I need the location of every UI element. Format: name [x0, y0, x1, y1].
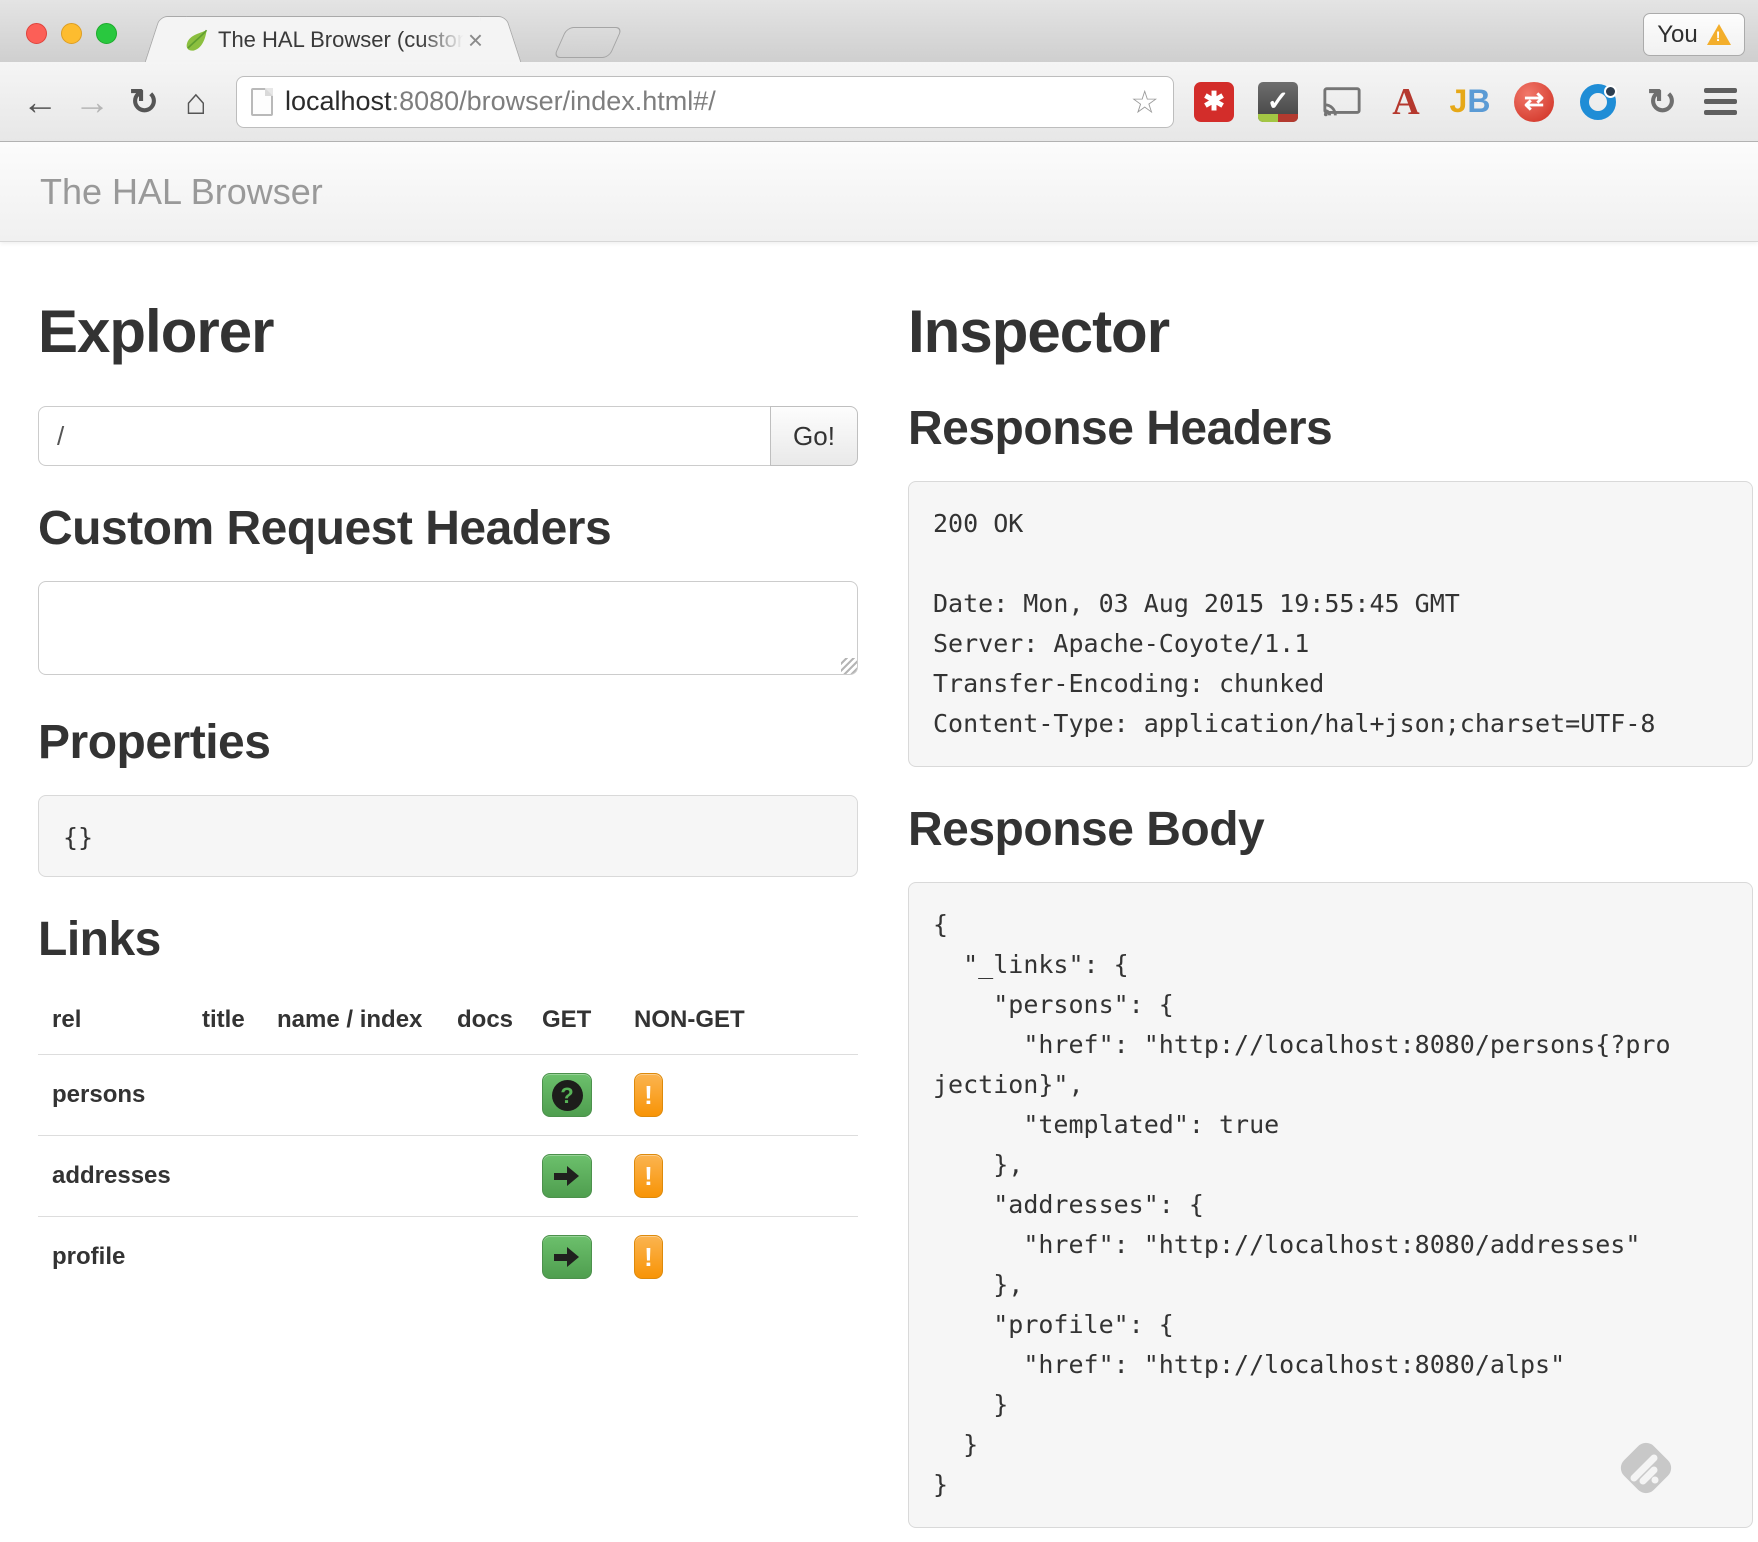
rel-cell: persons [38, 1055, 188, 1136]
red-sync-extension-icon[interactable]: ⇄ [1514, 82, 1554, 122]
zoom-window-button[interactable] [96, 23, 117, 44]
nonget-cell: ! [620, 1136, 858, 1217]
tab-title: The HAL Browser (customiz [218, 27, 466, 53]
minimize-window-button[interactable] [61, 23, 82, 44]
name-index-cell [263, 1136, 443, 1217]
get-cell [528, 1217, 620, 1298]
table-row-profile: profile ! [38, 1217, 858, 1298]
custom-request-headers-textarea[interactable] [38, 581, 858, 675]
jb-b: B [1467, 83, 1490, 120]
profile-you-button[interactable]: You [1643, 13, 1745, 56]
non-get-button[interactable]: ! [634, 1073, 663, 1117]
app-navbar: The HAL Browser [0, 142, 1758, 242]
response-headers-box: 200 OK Date: Mon, 03 Aug 2015 19:55:45 G… [908, 481, 1753, 767]
profile-label: You [1657, 21, 1698, 49]
tab-close-icon[interactable]: × [468, 27, 483, 53]
response-body-heading: Response Body [908, 802, 1753, 857]
name-index-cell [263, 1055, 443, 1136]
app-title: The HAL Browser [40, 171, 323, 213]
forward-icon[interactable]: → [66, 81, 118, 123]
docs-cell [443, 1217, 528, 1298]
browser-tab[interactable]: The HAL Browser (customiz × [168, 16, 498, 62]
explorer-panel: Explorer Go! Custom Request Headers Prop… [38, 242, 858, 1528]
get-button[interactable] [542, 1154, 592, 1198]
inspector-panel: Inspector Response Headers 200 OK Date: … [908, 242, 1753, 1528]
url-path: :8080/browser/index.html#/ [392, 86, 716, 116]
col-header-docs: docs [443, 992, 528, 1055]
exclamation-icon: ! [644, 1080, 653, 1111]
col-header-title: title [188, 992, 263, 1055]
name-index-cell [263, 1217, 443, 1298]
docs-cell [443, 1136, 528, 1217]
check-bar [1258, 114, 1298, 122]
exclamation-icon: ! [644, 1161, 653, 1192]
question-sign-icon: ? [552, 1080, 583, 1111]
url-text[interactable]: localhost:8080/browser/index.html#/ [285, 86, 1118, 117]
chrome-menu-icon[interactable] [1704, 88, 1737, 115]
col-header-name-index: name / index [263, 992, 443, 1055]
title-cell [188, 1055, 263, 1136]
home-icon[interactable]: ⌂ [170, 81, 222, 123]
get-cell [528, 1136, 620, 1217]
explorer-heading: Explorer [38, 297, 858, 366]
response-headers-heading: Response Headers [908, 401, 1753, 456]
history-sync-extension-icon[interactable]: ↻ [1642, 82, 1682, 122]
docs-cell [443, 1055, 528, 1136]
get-cell: ? [528, 1055, 620, 1136]
links-table: rel title name / index docs GET NON-GET … [38, 992, 858, 1297]
explorer-address-group: Go! [38, 406, 858, 466]
jb-j: J [1450, 83, 1468, 120]
nonget-cell: ! [620, 1055, 858, 1136]
explorer-address-input[interactable] [38, 406, 770, 466]
col-header-rel: rel [38, 992, 188, 1055]
response-body-box: { "_links": { "persons": { "href": "http… [908, 882, 1753, 1528]
title-cell [188, 1217, 263, 1298]
back-icon[interactable]: ← [14, 81, 66, 123]
rel-cell: profile [38, 1217, 188, 1298]
bookmark-star-icon[interactable]: ☆ [1130, 83, 1159, 121]
properties-heading: Properties [38, 715, 858, 770]
letter-a-extension-icon[interactable]: A [1386, 82, 1426, 122]
rel-cell: addresses [38, 1136, 188, 1217]
warning-icon [1707, 24, 1731, 45]
check-glyph: ✓ [1267, 86, 1290, 117]
non-get-button[interactable]: ! [634, 1154, 663, 1198]
spring-favicon-icon [183, 27, 209, 53]
go-button[interactable]: Go! [770, 406, 858, 466]
feedly-mini-icon[interactable] [1612, 1434, 1680, 1502]
lastpass-extension-icon[interactable]: ✱ [1194, 82, 1234, 122]
title-cell [188, 1136, 263, 1217]
properties-box: {} [38, 795, 858, 877]
jb-extension-icon[interactable]: JB [1450, 82, 1490, 122]
page-icon [251, 88, 273, 116]
address-bar[interactable]: localhost:8080/browser/index.html#/ ☆ [236, 76, 1174, 128]
get-button[interactable]: ? [542, 1073, 592, 1117]
arrow-right-icon [553, 1243, 581, 1271]
tab-strip: The HAL Browser (customiz × You [0, 0, 1758, 62]
window-controls [26, 23, 117, 44]
exclamation-icon: ! [644, 1242, 653, 1273]
links-heading: Links [38, 912, 858, 967]
get-button[interactable] [542, 1235, 592, 1279]
custom-request-headers-heading: Custom Request Headers [38, 501, 858, 556]
chromecast-extension-icon[interactable] [1322, 82, 1362, 122]
col-header-nonget: NON-GET [620, 992, 858, 1055]
close-window-button[interactable] [26, 23, 47, 44]
main-content: Explorer Go! Custom Request Headers Prop… [0, 242, 1758, 1528]
table-row-addresses: addresses ! [38, 1136, 858, 1217]
url-host: localhost [285, 86, 392, 116]
table-row-persons: persons ? ! [38, 1055, 858, 1136]
blue-circle-extension-icon[interactable] [1578, 82, 1618, 122]
new-tab-button[interactable] [553, 27, 623, 58]
inspector-heading: Inspector [908, 297, 1753, 366]
extension-icons: ✱ ✓ A JB ⇄ ↻ [1194, 82, 1682, 122]
links-header-row: rel title name / index docs GET NON-GET [38, 992, 858, 1055]
reload-icon[interactable]: ↻ [118, 81, 170, 123]
non-get-button[interactable]: ! [634, 1235, 663, 1279]
col-header-get: GET [528, 992, 620, 1055]
nonget-cell: ! [620, 1217, 858, 1298]
checkmark-extension-icon[interactable]: ✓ [1258, 82, 1298, 122]
arrow-right-icon [553, 1162, 581, 1190]
browser-toolbar: ← → ↻ ⌂ localhost:8080/browser/index.htm… [0, 62, 1758, 142]
